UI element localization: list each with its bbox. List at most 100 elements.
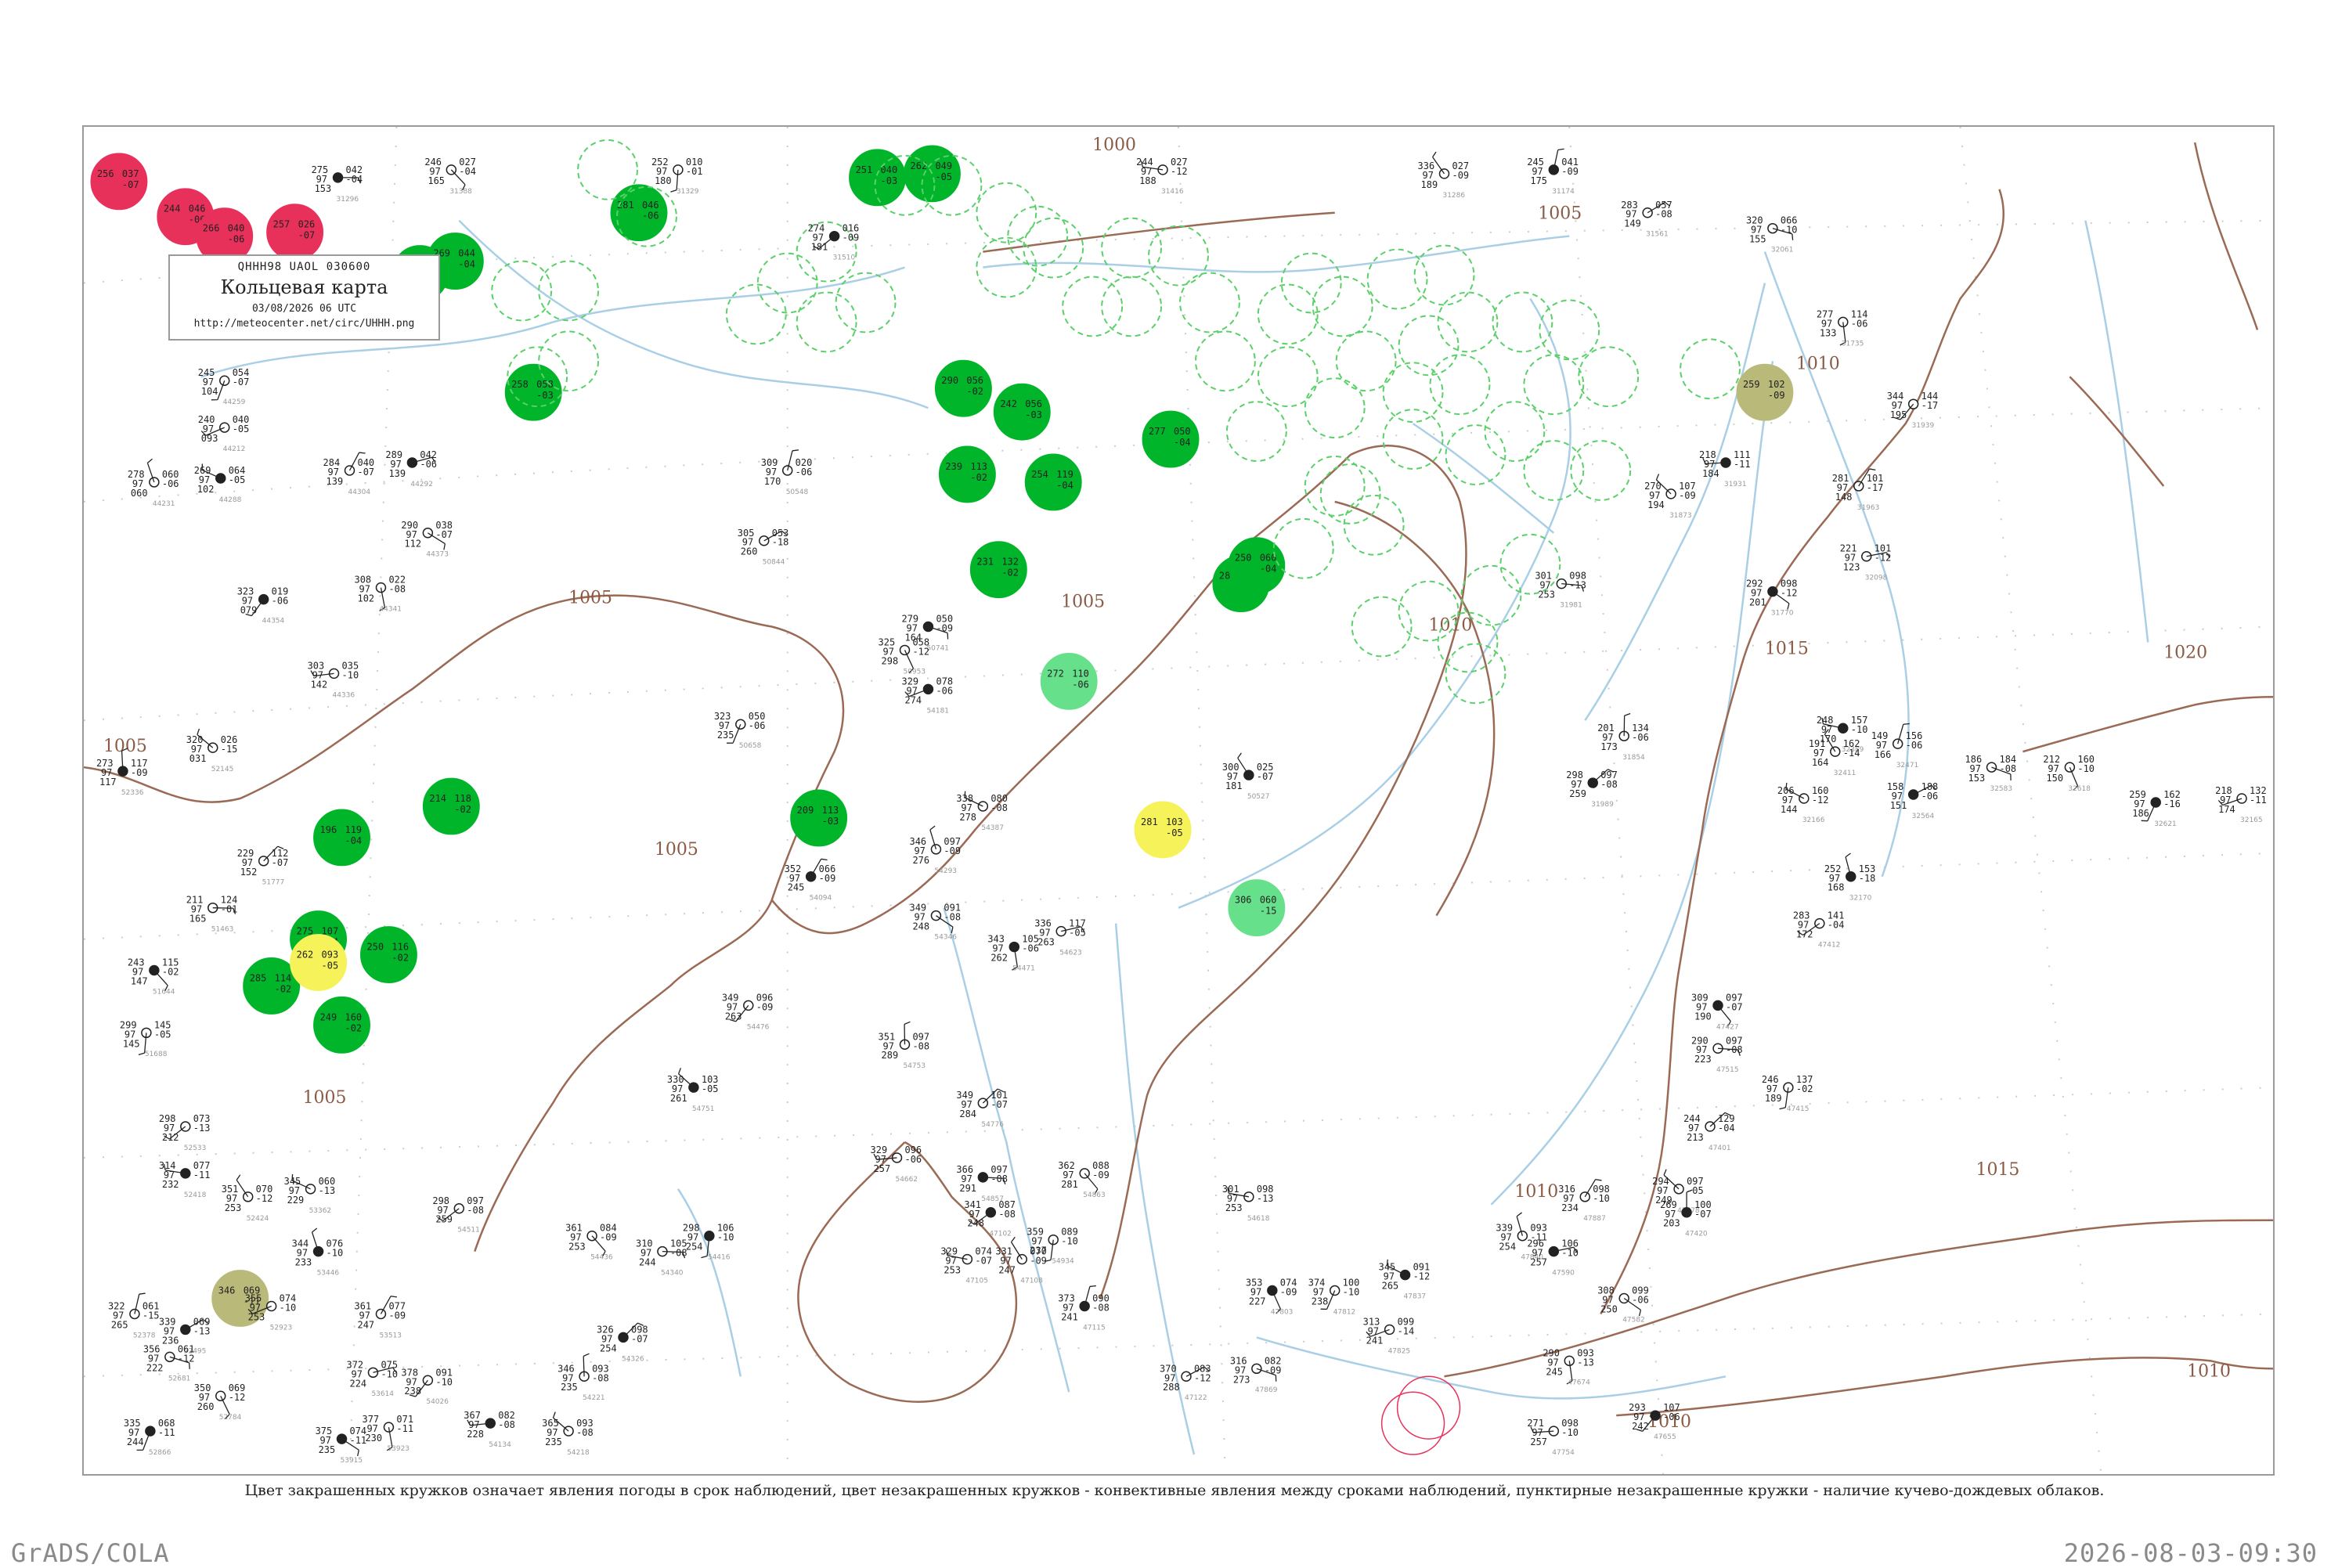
pressure-tendency: 235 bbox=[561, 1382, 578, 1393]
cb-cloud-ring bbox=[1343, 494, 1405, 556]
station-plot: 35197097-0828954753 bbox=[879, 1021, 929, 1070]
dewpoint-value: -12 bbox=[1171, 166, 1188, 177]
dewpoint-value: -05 bbox=[1166, 827, 1183, 838]
station-id: 47401 bbox=[1709, 1144, 1731, 1152]
cb-cloud-ring bbox=[1523, 440, 1585, 501]
station-plot: 18697184-0815332583 bbox=[1965, 754, 2017, 793]
pressure-tendency: 263 bbox=[1037, 937, 1055, 948]
pressure-tendency: 235 bbox=[319, 1444, 336, 1455]
pressure-tendency: 236 bbox=[162, 1335, 179, 1346]
station-plot: 32597058-1229850953 bbox=[879, 636, 930, 676]
dewpoint-value: -02 bbox=[275, 983, 292, 994]
map-caption: Цвет закрашенных кружков означает явлени… bbox=[244, 1482, 2105, 1499]
pressure-tendency: 238 bbox=[1312, 1296, 1329, 1307]
station-id: 51777 bbox=[262, 879, 285, 887]
pressure-value: 250 bbox=[1235, 553, 1252, 564]
station-id: 54340 bbox=[661, 1270, 684, 1278]
dewpoint-value: -11 bbox=[350, 1435, 367, 1446]
isobar-label: 1005 bbox=[568, 589, 612, 608]
station-id: 31388 bbox=[449, 188, 472, 196]
bulletin-header: QHHH98 UAOL 030600 bbox=[237, 261, 371, 273]
station-id: 52418 bbox=[184, 1191, 207, 1199]
dewpoint-value: -14 bbox=[1843, 748, 1860, 759]
weather-circle-rain-green: 277 050-04 bbox=[1142, 410, 1200, 468]
cloud-cover-symbol bbox=[1986, 762, 1997, 773]
dewpoint-value: -08 bbox=[388, 584, 406, 595]
cloud-cover-symbol bbox=[743, 1000, 754, 1011]
station-plot: 28497040-0713944304 bbox=[323, 452, 374, 496]
cb-cloud-ring bbox=[1484, 401, 1546, 463]
weather-circle-rain-green: 281 046-06 bbox=[610, 184, 668, 242]
dewpoint-value: -06 bbox=[1921, 791, 1939, 802]
generation-timestamp: 2026-08-03-09:30 bbox=[2063, 1538, 2318, 1568]
station-id: 54623 bbox=[1059, 950, 1082, 957]
dewpoint-value: -08 bbox=[592, 1372, 609, 1383]
dewpoint-value: -07 bbox=[631, 1333, 648, 1344]
map-title: Кольцевая карта bbox=[220, 276, 388, 298]
pressure-tendency: 278 bbox=[959, 812, 976, 823]
dewpoint-value: -02 bbox=[970, 472, 987, 483]
cb-cloud-ring bbox=[1366, 248, 1428, 310]
isobar-label: 1005 bbox=[1061, 593, 1105, 612]
dewpoint-value: -02 bbox=[345, 1022, 363, 1033]
temperature-value: 050 bbox=[1174, 426, 1191, 437]
temperature-value: 119 bbox=[345, 824, 363, 835]
cb-cloud-ring bbox=[491, 260, 553, 322]
pressure-tendency: 112 bbox=[404, 539, 421, 550]
pressure-tendency: 234 bbox=[1561, 1202, 1579, 1213]
pressure-value: 254 bbox=[1031, 469, 1048, 480]
dewpoint-value: -10 bbox=[1781, 225, 1798, 236]
dewpoint-value: -06 bbox=[1906, 740, 1923, 751]
station-id: 47590 bbox=[1552, 1270, 1575, 1278]
station-plot: 24497129-0421347401 bbox=[1683, 1112, 1735, 1152]
dewpoint-value: -07 bbox=[1694, 1209, 1712, 1220]
dewpoint-value: -18 bbox=[1859, 873, 1876, 884]
pressure-tendency: 257 bbox=[1530, 1436, 1547, 1447]
station-id: 47415 bbox=[1787, 1105, 1810, 1113]
dewpoint-value: -09 bbox=[1265, 1364, 1282, 1375]
pressure-tendency: 242 bbox=[1632, 1421, 1649, 1432]
station-id: 47420 bbox=[1685, 1231, 1708, 1238]
wind-barb bbox=[1237, 752, 1250, 776]
dewpoint-value: -13 bbox=[1577, 1357, 1594, 1368]
pressure-tendency: 257 bbox=[1530, 1257, 1547, 1268]
weather-circle-rain-green: 290 056-02 bbox=[934, 359, 992, 417]
station-plot: 34697093-0823554221 bbox=[557, 1353, 609, 1402]
dewpoint-value: -09 bbox=[600, 1232, 617, 1243]
pressure-tendency: 190 bbox=[1694, 1011, 1712, 1022]
pressure-tendency: 139 bbox=[388, 468, 406, 479]
station-plot: 29897106-1025454416 bbox=[683, 1223, 734, 1262]
dewpoint-value: -05 bbox=[702, 1083, 719, 1094]
dewpoint-value: -05 bbox=[935, 171, 952, 182]
station-plot: 35097069-1226052784 bbox=[194, 1382, 246, 1422]
temperature-value: 046 bbox=[642, 200, 659, 211]
cb-cloud-ring bbox=[577, 139, 638, 200]
station-plot: 29997145-0514551688 bbox=[120, 1019, 171, 1058]
station-id: 52866 bbox=[149, 1449, 171, 1457]
dewpoint-value: -12 bbox=[1194, 1372, 1211, 1383]
station-plot: 33597068-1124452866 bbox=[124, 1418, 175, 1457]
dewpoint-value: -07 bbox=[122, 179, 139, 190]
station-id: 32618 bbox=[2068, 785, 2091, 793]
dewpoint-value: -11 bbox=[396, 1423, 413, 1434]
dewpoint-value: -10 bbox=[1061, 1236, 1078, 1247]
cloud-cover-symbol bbox=[977, 801, 989, 812]
station-plot: 35697061-1222252681 bbox=[143, 1343, 195, 1382]
station-plot: 21897132-1117432165 bbox=[2215, 785, 2267, 824]
pressure-tendency: 148 bbox=[1835, 492, 1853, 503]
dewpoint-value: -02 bbox=[966, 386, 983, 397]
station-id: 47105 bbox=[965, 1278, 988, 1285]
station-id: 44259 bbox=[223, 398, 246, 406]
dewpoint-value: -10 bbox=[381, 1368, 398, 1379]
pressure-tendency: 298 bbox=[882, 655, 899, 666]
dewpoint-value: -07 bbox=[233, 377, 250, 387]
station-id: 31510 bbox=[833, 254, 856, 262]
station-id: 47825 bbox=[1388, 1347, 1411, 1355]
station-plot: 27597042-0415331296 bbox=[312, 164, 363, 204]
weather-circle-rain-green: 250 060-04 bbox=[1228, 537, 1286, 595]
station-id: 31296 bbox=[337, 196, 359, 204]
dewpoint-value: -09 bbox=[936, 623, 953, 634]
dewpoint-value: -08 bbox=[1600, 779, 1618, 790]
dewpoint-value: -11 bbox=[1734, 459, 1751, 470]
temperature-value: 132 bbox=[1001, 557, 1019, 568]
